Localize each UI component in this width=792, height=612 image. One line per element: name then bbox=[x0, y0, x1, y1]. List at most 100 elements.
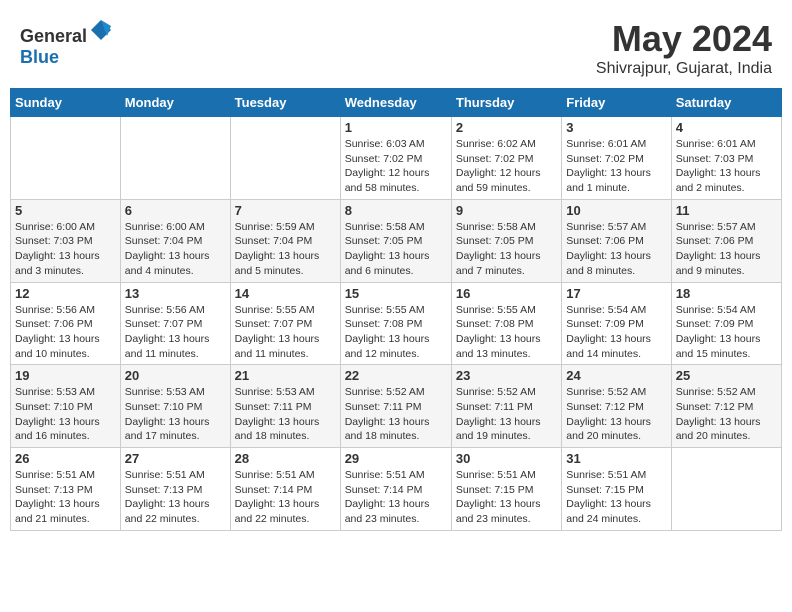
calendar-week-row: 1 Sunrise: 6:03 AMSunset: 7:02 PMDaylight… bbox=[11, 117, 782, 200]
calendar-cell: 28 Sunrise: 5:51 AMSunset: 7:14 PMDayligh… bbox=[230, 448, 340, 531]
calendar-header-row: SundayMondayTuesdayWednesdayThursdayFrid… bbox=[11, 89, 782, 117]
day-number: 25 bbox=[676, 368, 777, 383]
day-number: 9 bbox=[456, 203, 557, 218]
day-info: Sunrise: 6:03 AMSunset: 7:02 PMDaylight:… bbox=[345, 137, 447, 196]
header: General Blue May 2024 Shivrajpur, Gujara… bbox=[10, 10, 782, 82]
calendar: SundayMondayTuesdayWednesdayThursdayFrid… bbox=[10, 88, 782, 531]
day-number: 27 bbox=[125, 451, 226, 466]
calendar-cell: 27 Sunrise: 5:51 AMSunset: 7:13 PMDayligh… bbox=[120, 448, 230, 531]
day-info: Sunrise: 5:58 AMSunset: 7:05 PMDaylight:… bbox=[345, 220, 447, 279]
day-info: Sunrise: 5:51 AMSunset: 7:13 PMDaylight:… bbox=[15, 468, 116, 527]
day-number: 3 bbox=[566, 120, 666, 135]
day-info: Sunrise: 6:00 AMSunset: 7:04 PMDaylight:… bbox=[125, 220, 226, 279]
calendar-cell bbox=[120, 117, 230, 200]
calendar-cell: 30 Sunrise: 5:51 AMSunset: 7:15 PMDayligh… bbox=[451, 448, 561, 531]
calendar-cell: 19 Sunrise: 5:53 AMSunset: 7:10 PMDayligh… bbox=[11, 365, 121, 448]
day-number: 28 bbox=[235, 451, 336, 466]
calendar-cell: 23Sunrise: 5:52 AMSunset: 7:11 PMDayligh… bbox=[451, 365, 561, 448]
day-info: Sunrise: 5:58 AMSunset: 7:05 PMDaylight:… bbox=[456, 220, 557, 279]
calendar-cell: 1 Sunrise: 6:03 AMSunset: 7:02 PMDaylight… bbox=[340, 117, 451, 200]
day-number: 30 bbox=[456, 451, 557, 466]
day-info: Sunrise: 5:55 AMSunset: 7:07 PMDaylight:… bbox=[235, 303, 336, 362]
calendar-cell: 26 Sunrise: 5:51 AMSunset: 7:13 PMDayligh… bbox=[11, 448, 121, 531]
day-info: Sunrise: 5:55 AMSunset: 7:08 PMDaylight:… bbox=[345, 303, 447, 362]
day-info: Sunrise: 5:54 AMSunset: 7:09 PMDaylight:… bbox=[566, 303, 666, 362]
calendar-cell: 2Sunrise: 6:02 AMSunset: 7:02 PMDaylight… bbox=[451, 117, 561, 200]
calendar-header-cell: Wednesday bbox=[340, 89, 451, 117]
subtitle: Shivrajpur, Gujarat, India bbox=[596, 60, 772, 78]
day-info: Sunrise: 5:51 AMSunset: 7:13 PMDaylight:… bbox=[125, 468, 226, 527]
day-number: 20 bbox=[125, 368, 226, 383]
day-number: 4 bbox=[676, 120, 777, 135]
calendar-header-cell: Saturday bbox=[671, 89, 781, 117]
day-info: Sunrise: 6:00 AMSunset: 7:03 PMDaylight:… bbox=[15, 220, 116, 279]
day-number: 1 bbox=[345, 120, 447, 135]
calendar-cell: 25 Sunrise: 5:52 AMSunset: 7:12 PMDayligh… bbox=[671, 365, 781, 448]
calendar-cell: 5 Sunrise: 6:00 AMSunset: 7:03 PMDaylight… bbox=[11, 199, 121, 282]
day-number: 11 bbox=[676, 203, 777, 218]
calendar-cell bbox=[671, 448, 781, 531]
calendar-cell: 13Sunrise: 5:56 AMSunset: 7:07 PMDayligh… bbox=[120, 282, 230, 365]
calendar-cell: 20 Sunrise: 5:53 AMSunset: 7:10 PMDayligh… bbox=[120, 365, 230, 448]
day-info: Sunrise: 5:53 AMSunset: 7:10 PMDaylight:… bbox=[125, 385, 226, 444]
day-info: Sunrise: 5:51 AMSunset: 7:15 PMDaylight:… bbox=[456, 468, 557, 527]
calendar-cell: 31 Sunrise: 5:51 AMSunset: 7:15 PMDayligh… bbox=[562, 448, 671, 531]
calendar-header-cell: Thursday bbox=[451, 89, 561, 117]
calendar-header-cell: Sunday bbox=[11, 89, 121, 117]
calendar-cell: 11Sunrise: 5:57 AMSunset: 7:06 PMDayligh… bbox=[671, 199, 781, 282]
calendar-cell: 29Sunrise: 5:51 AMSunset: 7:14 PMDayligh… bbox=[340, 448, 451, 531]
calendar-week-row: 26 Sunrise: 5:51 AMSunset: 7:13 PMDayligh… bbox=[11, 448, 782, 531]
day-info: Sunrise: 5:53 AMSunset: 7:11 PMDaylight:… bbox=[235, 385, 336, 444]
day-number: 8 bbox=[345, 203, 447, 218]
day-number: 5 bbox=[15, 203, 116, 218]
logo-icon bbox=[89, 18, 113, 42]
calendar-cell: 17 Sunrise: 5:54 AMSunset: 7:09 PMDayligh… bbox=[562, 282, 671, 365]
calendar-cell: 15 Sunrise: 5:55 AMSunset: 7:08 PMDayligh… bbox=[340, 282, 451, 365]
logo: General Blue bbox=[20, 18, 113, 68]
day-info: Sunrise: 5:53 AMSunset: 7:10 PMDaylight:… bbox=[15, 385, 116, 444]
calendar-week-row: 19 Sunrise: 5:53 AMSunset: 7:10 PMDayligh… bbox=[11, 365, 782, 448]
day-info: Sunrise: 5:52 AMSunset: 7:12 PMDaylight:… bbox=[676, 385, 777, 444]
day-info: Sunrise: 5:55 AMSunset: 7:08 PMDaylight:… bbox=[456, 303, 557, 362]
calendar-cell: 3Sunrise: 6:01 AMSunset: 7:02 PMDaylight… bbox=[562, 117, 671, 200]
day-number: 7 bbox=[235, 203, 336, 218]
day-info: Sunrise: 5:54 AMSunset: 7:09 PMDaylight:… bbox=[676, 303, 777, 362]
day-number: 14 bbox=[235, 286, 336, 301]
calendar-body: 1 Sunrise: 6:03 AMSunset: 7:02 PMDaylight… bbox=[11, 117, 782, 531]
calendar-cell: 18Sunrise: 5:54 AMSunset: 7:09 PMDayligh… bbox=[671, 282, 781, 365]
calendar-cell bbox=[11, 117, 121, 200]
day-number: 23 bbox=[456, 368, 557, 383]
day-number: 2 bbox=[456, 120, 557, 135]
calendar-cell: 6 Sunrise: 6:00 AMSunset: 7:04 PMDaylight… bbox=[120, 199, 230, 282]
calendar-cell: 22Sunrise: 5:52 AMSunset: 7:11 PMDayligh… bbox=[340, 365, 451, 448]
day-info: Sunrise: 5:56 AMSunset: 7:06 PMDaylight:… bbox=[15, 303, 116, 362]
day-number: 26 bbox=[15, 451, 116, 466]
day-number: 6 bbox=[125, 203, 226, 218]
day-number: 22 bbox=[345, 368, 447, 383]
calendar-cell: 9 Sunrise: 5:58 AMSunset: 7:05 PMDaylight… bbox=[451, 199, 561, 282]
day-info: Sunrise: 5:51 AMSunset: 7:14 PMDaylight:… bbox=[235, 468, 336, 527]
day-info: Sunrise: 5:57 AMSunset: 7:06 PMDaylight:… bbox=[566, 220, 666, 279]
day-number: 17 bbox=[566, 286, 666, 301]
calendar-cell: 10Sunrise: 5:57 AMSunset: 7:06 PMDayligh… bbox=[562, 199, 671, 282]
calendar-cell: 4Sunrise: 6:01 AMSunset: 7:03 PMDaylight… bbox=[671, 117, 781, 200]
calendar-cell: 14 Sunrise: 5:55 AMSunset: 7:07 PMDayligh… bbox=[230, 282, 340, 365]
day-number: 19 bbox=[15, 368, 116, 383]
day-number: 12 bbox=[15, 286, 116, 301]
calendar-cell: 21Sunrise: 5:53 AMSunset: 7:11 PMDayligh… bbox=[230, 365, 340, 448]
calendar-header-cell: Friday bbox=[562, 89, 671, 117]
logo-blue: Blue bbox=[20, 47, 59, 67]
day-number: 16 bbox=[456, 286, 557, 301]
calendar-cell: 12 Sunrise: 5:56 AMSunset: 7:06 PMDayligh… bbox=[11, 282, 121, 365]
day-number: 24 bbox=[566, 368, 666, 383]
logo-general: General bbox=[20, 26, 87, 46]
day-number: 29 bbox=[345, 451, 447, 466]
day-info: Sunrise: 5:56 AMSunset: 7:07 PMDaylight:… bbox=[125, 303, 226, 362]
calendar-header-cell: Tuesday bbox=[230, 89, 340, 117]
day-info: Sunrise: 5:52 AMSunset: 7:12 PMDaylight:… bbox=[566, 385, 666, 444]
day-number: 15 bbox=[345, 286, 447, 301]
calendar-cell: 7 Sunrise: 5:59 AMSunset: 7:04 PMDaylight… bbox=[230, 199, 340, 282]
day-info: Sunrise: 5:51 AMSunset: 7:15 PMDaylight:… bbox=[566, 468, 666, 527]
day-info: Sunrise: 5:59 AMSunset: 7:04 PMDaylight:… bbox=[235, 220, 336, 279]
day-number: 31 bbox=[566, 451, 666, 466]
